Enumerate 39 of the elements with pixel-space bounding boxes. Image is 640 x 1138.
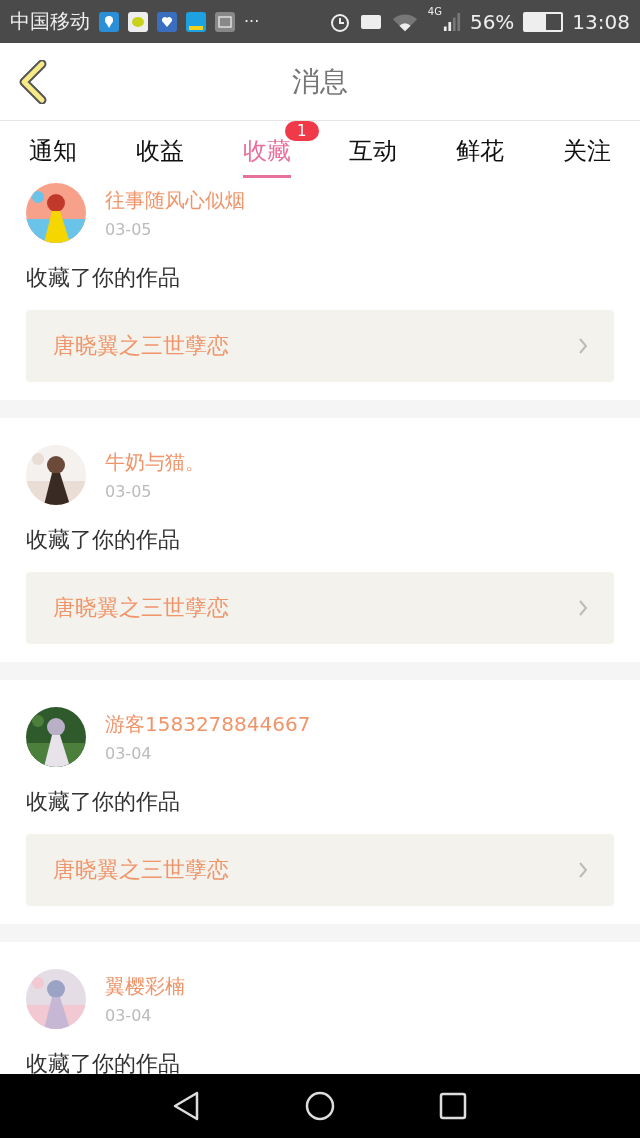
- location-pin-icon: [99, 11, 119, 32]
- clock: 13:08: [572, 9, 630, 34]
- chevron-right-icon: [578, 337, 588, 355]
- message-text: 收藏了你的作品: [26, 264, 181, 292]
- image-icon: [215, 11, 235, 32]
- battery-icon: [523, 11, 564, 32]
- message-text: 收藏了你的作品: [26, 526, 181, 554]
- back-icon[interactable]: [18, 60, 48, 104]
- work-link[interactable]: 唐晓翼之三世孽恋: [26, 572, 614, 644]
- weather-app-icon: [186, 11, 206, 32]
- work-link[interactable]: 唐晓翼之三世孽恋: [26, 834, 614, 906]
- chevron-right-icon: [578, 861, 588, 879]
- user-name[interactable]: 游客1583278844667: [105, 711, 311, 738]
- message-text: 收藏了你的作品: [26, 788, 181, 816]
- work-link[interactable]: 唐晓翼之三世孽恋: [26, 310, 614, 382]
- signal-icon: [442, 10, 461, 33]
- chat-app-icon: [128, 11, 148, 32]
- chevron-right-icon: [578, 599, 588, 617]
- network-type: 4G: [427, 6, 442, 17]
- message-text: 收藏了你的作品: [26, 1050, 181, 1074]
- message-date: 03-05: [105, 482, 153, 501]
- message-date: 03-04: [105, 744, 153, 763]
- tab[interactable]: 收益: [136, 123, 184, 178]
- user-name[interactable]: 往事随风心似烟: [105, 187, 245, 214]
- user-name[interactable]: 牛奶与猫。: [105, 449, 205, 476]
- page-title: 消息: [292, 63, 348, 100]
- tab[interactable]: 鲜花: [456, 123, 504, 178]
- message-date: 03-04: [105, 1006, 153, 1025]
- user-name[interactable]: 翼樱彩楠: [105, 973, 185, 1000]
- more-notifications: ···: [244, 12, 260, 31]
- tab[interactable]: 关注: [562, 123, 611, 178]
- tab[interactable]: 通知: [29, 123, 78, 178]
- count-badge: 1: [284, 121, 319, 141]
- message-date: 03-05: [105, 220, 153, 239]
- battery-percent: 56%: [469, 9, 515, 34]
- tab[interactable]: 互动: [349, 123, 398, 178]
- home-nav-icon[interactable]: [304, 1090, 336, 1122]
- heart-app-icon: [157, 11, 177, 32]
- carrier-name: 中国移动: [10, 8, 90, 35]
